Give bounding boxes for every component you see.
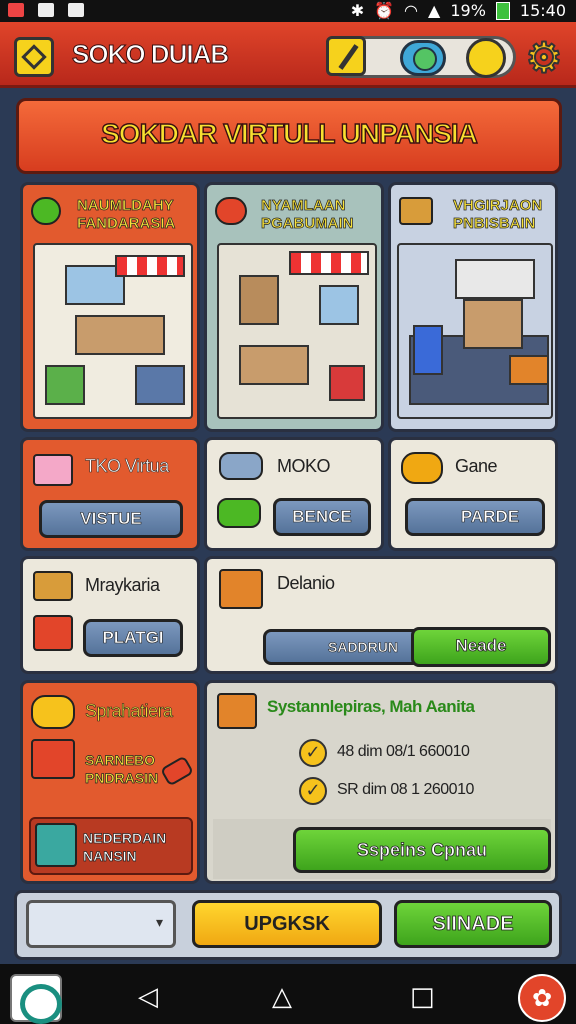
banner-title: SOKDAR VIRTULL UNPANSIA (100, 117, 478, 149)
bence-button[interactable]: BENCE (273, 498, 371, 536)
warehouse-scene-image (397, 243, 553, 419)
shop-tile-4: Mraykaria PLATGI (20, 556, 200, 674)
wifi-icon: ◠ (404, 1, 419, 20)
signal-icon: ▲ (428, 1, 441, 20)
system-action-button[interactable]: Sspeins Cpnau (293, 827, 551, 873)
saddrun-chip[interactable]: SADDRUN (263, 629, 423, 665)
notification-icon (38, 3, 54, 17)
notification-icon (8, 3, 24, 17)
box-icon (399, 197, 433, 225)
cloud-icon[interactable] (400, 40, 446, 76)
recents-icon[interactable]: □ (410, 982, 435, 1012)
battery-percent: 19% (450, 1, 486, 20)
plant-pot-icon (219, 569, 263, 609)
upgrade-button[interactable]: UPGKSK (192, 900, 382, 948)
shop-tile-3-label: Gane (455, 456, 498, 476)
parde-button[interactable]: PARDE (405, 498, 545, 536)
fire-app-icon[interactable]: ✿ (518, 974, 566, 1022)
shop-scene-image (33, 243, 193, 419)
cart-icon (31, 739, 75, 779)
truck-icon (217, 498, 261, 528)
register-icon (35, 823, 77, 867)
check-icon: ✓ (299, 739, 327, 767)
sort-dropdown[interactable]: ▾ (26, 900, 176, 948)
shop-tile-5: Sprahatiera SARNEBO PNDRASIN NEDERDAIN N… (20, 680, 200, 884)
status-bar: ✱ ⏰ ◠ ▲ 19% 15:40 (0, 0, 576, 22)
visit-button[interactable]: VISTUE (39, 500, 183, 538)
image-notification-icon (68, 3, 84, 17)
system-nav-bar: ◁ △ □ (0, 964, 576, 1024)
shop-tile-2-label: MOKO (277, 456, 331, 476)
gift-box-icon (33, 454, 73, 486)
app-title: SOKO DUIAB (71, 39, 229, 70)
heart-badge-icon (31, 695, 75, 729)
shop-tile-5-card[interactable]: NEDERDAIN NANSIN (29, 817, 193, 875)
back-icon[interactable]: ◁ (138, 982, 158, 1012)
market-scene-image (217, 243, 377, 419)
shop-tile-2: MOKO BENCE (204, 437, 384, 551)
check-line-2: SR dim 08 1 260010 (337, 781, 474, 798)
crate-icon (33, 571, 73, 601)
neade-button[interactable]: Neade (411, 627, 551, 667)
store-card-1[interactable]: NAUMLDAHY FANDARASIA (20, 182, 200, 432)
store-card-3[interactable]: VHGIRJAON PNBISBAIN (388, 182, 558, 432)
battery-icon (495, 1, 510, 20)
edit-pencil-icon[interactable] (326, 36, 366, 76)
system-title: Systannlepiras, Mah Aanita (267, 697, 475, 716)
clock: 15:40 (519, 1, 566, 20)
heart-gem-icon (31, 197, 61, 225)
cash-register-icon (217, 693, 257, 729)
main-banner: SOKDAR VIRTULL UNPANSIA (16, 98, 562, 174)
store-card-3-title: VHGIRJAON PNBISBAIN (453, 197, 543, 233)
home-icon[interactable]: △ (272, 982, 292, 1012)
store-card-2[interactable]: NYAMLAAN PGABUMAIN (204, 182, 384, 432)
shop-tile-5-card-label: NEDERDAIN NANSIN (83, 830, 167, 865)
shop-tile-1: TKO Virtua VISTUE (20, 437, 200, 551)
car-icon (219, 452, 263, 480)
check-line-1: 48 dim 08/1 660010 (337, 743, 470, 760)
delivery-title: Delanio (277, 573, 335, 593)
trade-button[interactable]: SIINADE (394, 900, 552, 948)
platgi-button[interactable]: PLATGI (83, 619, 183, 657)
app-shortcut-icon[interactable] (10, 974, 62, 1024)
shop-tile-5-title: Sprahatiera (85, 701, 174, 722)
coins-icon (401, 452, 443, 484)
app-header: SOKO DUIAB ⚙ (0, 22, 576, 88)
app-logo-icon[interactable] (14, 37, 54, 77)
store-card-2-title: NYAMLAAN PGABUMAIN (261, 197, 354, 233)
store-card-1-title: NAUMLDAHY FANDARASIA (77, 197, 176, 233)
alarm-icon: ⏰ (374, 1, 395, 20)
delivery-panel: Delanio SADDRUN Neade (204, 556, 558, 674)
check-icon: ✓ (299, 777, 327, 805)
chat-bubble-icon (215, 197, 247, 225)
shop-tile-4-label: Mraykaria (85, 575, 160, 595)
shopping-cart-icon (33, 615, 73, 651)
shop-tile-1-label: TKO Virtua (85, 456, 170, 477)
settings-gear-icon[interactable]: ⚙ (522, 35, 566, 81)
bluetooth-icon: ✱ (350, 1, 365, 20)
shop-tile-3: Gane PARDE (388, 437, 558, 551)
coin-icon[interactable] (466, 38, 506, 78)
chevron-down-icon: ▾ (155, 915, 163, 931)
system-panel: Systannlepiras, Mah Aanita ✓ 48 dim 08/1… (204, 680, 558, 884)
